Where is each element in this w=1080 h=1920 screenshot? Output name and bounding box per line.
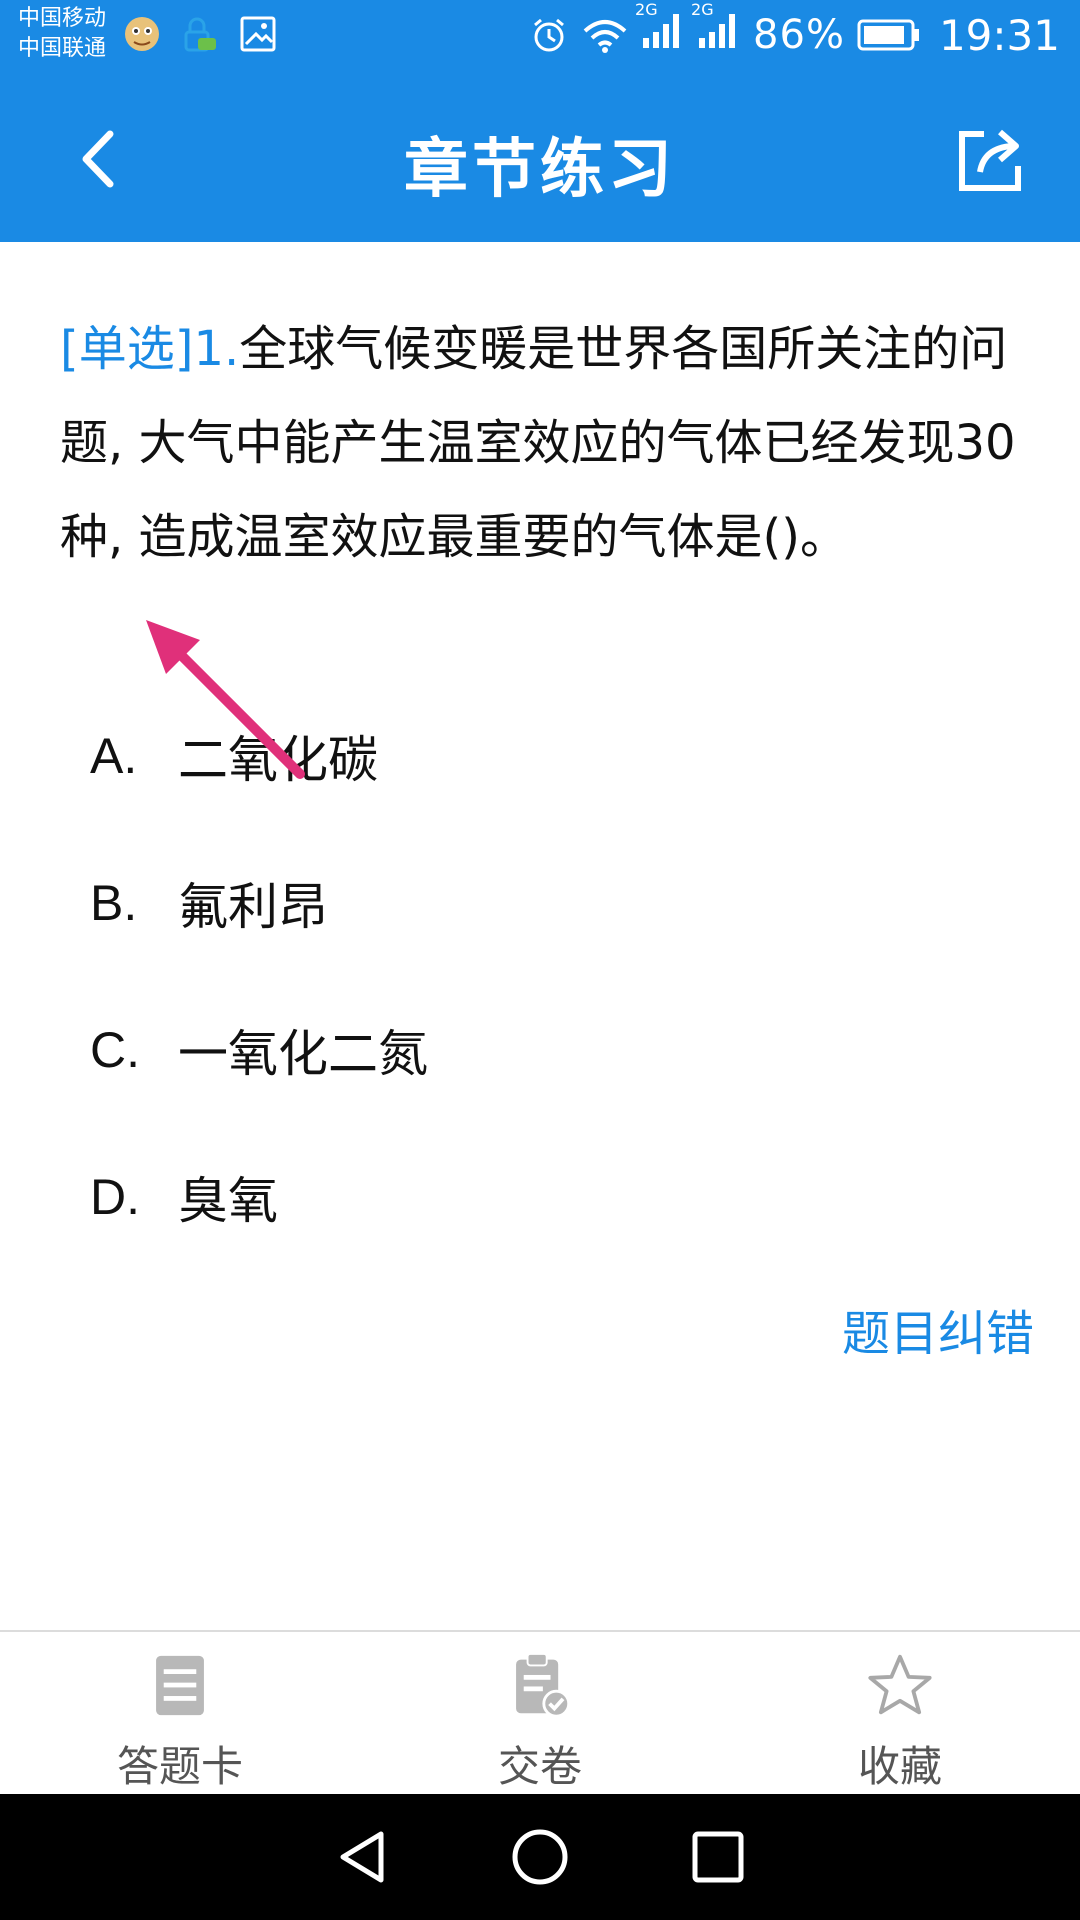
option-b[interactable]: B. 氟利昂 [90,829,990,976]
page-title: 章节练习 [404,133,676,207]
title-bar: 章节练习 [0,76,1080,242]
question-type-tag: [单选] [60,321,194,377]
status-bar: 中国移动 中国联通 2G 2G 86% 19:31 [0,0,1080,76]
signal-1: 2G [635,0,685,60]
option-letter: A. [90,727,138,784]
option-text: 臭氧 [178,1171,278,1230]
option-letter: C. [90,1021,140,1078]
app-avatar-icon [125,17,159,51]
tab-favorite[interactable]: 收藏 [720,1632,1080,1794]
clock: 19:31 [938,10,1060,60]
question-stem: [单选]1.全球气候变暖是世界各国所关注的问题, 大气中能产生温室效应的气体已经… [60,302,1020,584]
question-content: [单选]1.全球气候变暖是世界各国所关注的问题, 大气中能产生温室效应的气体已经… [0,242,1080,1630]
question-number: 1. [193,321,240,377]
battery-percent: 86% [753,12,845,58]
carrier-info: 中国移动 中国联通 [18,4,106,64]
tab-label: 答题卡 [116,1742,243,1791]
system-status: 2G 2G 86% 19:31 [529,0,1060,60]
battery-icon [857,19,919,51]
alarm-icon [534,18,565,52]
bottom-tab-bar: 答题卡 交卷 收藏 [0,1630,1080,1794]
option-letter: B. [90,874,138,931]
nav-back-icon[interactable] [331,1826,393,1888]
report-error-link[interactable]: 题目纠错 [842,1294,1034,1364]
submit-paper-icon [516,1652,571,1718]
star-icon [868,1654,932,1715]
signal-2: 2G [691,0,741,60]
share-icon[interactable] [954,122,1028,196]
option-letter: D. [90,1168,140,1225]
carrier-2: 中国联通 [18,36,107,61]
lock-message-icon [184,17,216,52]
option-text: 氟利昂 [178,877,328,936]
nav-home-icon[interactable] [509,1826,571,1888]
tab-label: 收藏 [857,1742,942,1791]
image-icon [240,16,276,52]
nav-recents-icon[interactable] [687,1826,749,1888]
option-text: 一氧化二氮 [178,1024,428,1083]
wifi-icon [583,20,627,53]
system-nav-bar [0,1794,1080,1920]
tab-answer-card[interactable]: 答题卡 [0,1632,360,1794]
answer-card-icon [156,1655,204,1716]
option-a[interactable]: A. 二氧化碳 [90,682,990,829]
tab-submit[interactable]: 交卷 [360,1632,720,1794]
option-c[interactable]: C. 一氧化二氮 [90,976,990,1123]
tab-label: 交卷 [497,1742,582,1791]
option-text: 二氧化碳 [178,730,378,789]
notification-icons [122,14,278,54]
signal-1-label: 2G [635,0,658,19]
option-d[interactable]: D. 臭氧 [90,1123,990,1270]
signal-2-label: 2G [691,0,714,19]
options-list: A. 二氧化碳 B. 氟利昂 C. 一氧化二氮 D. 臭氧 [90,682,990,1270]
carrier-1: 中国移动 [18,6,107,31]
